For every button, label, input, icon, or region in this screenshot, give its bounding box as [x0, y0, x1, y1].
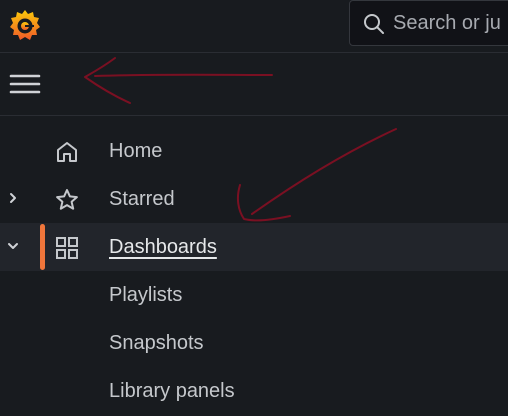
- chevron-right-icon[interactable]: [4, 189, 22, 207]
- top-bar: Search or ju: [0, 0, 508, 53]
- nav-item-label: Dashboards: [109, 236, 217, 258]
- home-icon: [54, 139, 80, 165]
- grafana-logo-icon[interactable]: [7, 7, 43, 43]
- subnav-item-library-panels[interactable]: Library panels: [109, 380, 235, 403]
- menu-row: [0, 53, 508, 116]
- subnav-item-snapshots[interactable]: Snapshots: [109, 332, 204, 355]
- nav-item-starred[interactable]: Starred: [0, 175, 508, 223]
- dashboards-grid-icon: [54, 235, 80, 261]
- star-icon: [54, 187, 80, 213]
- nav-item-label: Starred: [109, 188, 175, 210]
- subnav-item-playlists[interactable]: Playlists: [109, 284, 182, 307]
- search-icon: [362, 12, 386, 36]
- active-indicator: [40, 224, 45, 270]
- nav-item-label: Home: [109, 140, 163, 162]
- nav-item-home[interactable]: Home: [0, 127, 508, 175]
- hamburger-menu-icon[interactable]: [8, 70, 42, 98]
- search-input[interactable]: Search or ju: [349, 0, 508, 46]
- nav-item-dashboards[interactable]: Dashboards: [0, 223, 508, 271]
- search-placeholder: Search or ju: [393, 12, 501, 34]
- chevron-down-icon[interactable]: [4, 237, 22, 255]
